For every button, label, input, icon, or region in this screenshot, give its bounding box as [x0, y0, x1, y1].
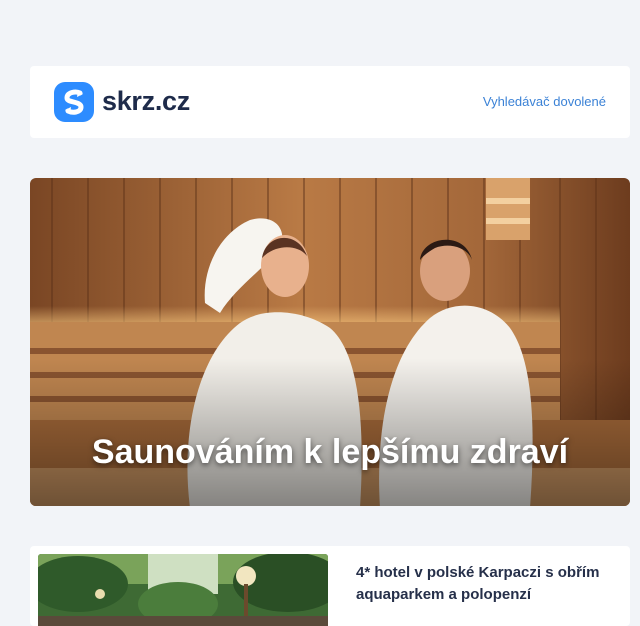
vacation-search-link[interactable]: Vyhledávač dovolené — [483, 93, 606, 111]
logo-text[interactable]: skrz.cz — [102, 85, 190, 117]
hero-banner[interactable]: Saunováním k lepšímu zdraví — [30, 178, 630, 506]
card-title[interactable]: 4* hotel v polské Karpaczi s obřím aquap… — [356, 562, 618, 606]
skrz-logo-icon[interactable] — [54, 82, 94, 122]
hero-title[interactable]: Saunováním k lepšímu zdraví — [30, 432, 630, 472]
hotel-garden-image — [38, 554, 328, 626]
card-thumbnail[interactable] — [38, 554, 328, 626]
site-header: skrz.cz Vyhledávač dovolené — [30, 66, 630, 138]
article-card[interactable]: 4* hotel v polské Karpaczi s obřím aquap… — [30, 546, 630, 626]
